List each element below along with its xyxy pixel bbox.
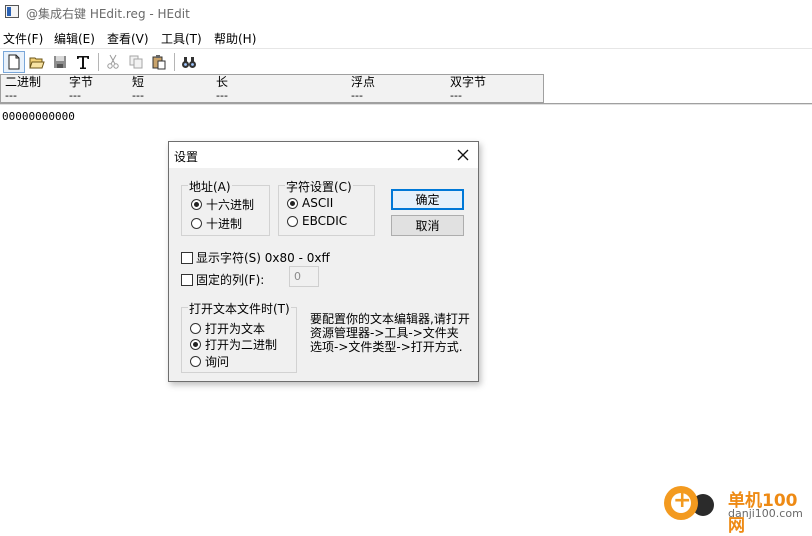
watermark-logo-icon (664, 486, 698, 520)
inspector-short: 短 --- (132, 75, 145, 103)
menu-help[interactable]: 帮助(H) (214, 30, 256, 47)
help-text: 要配置你的文本编辑器,请打开资源管理器->工具->文件夹选项->文件类型->打开… (310, 312, 470, 354)
close-icon[interactable] (454, 146, 472, 164)
divider (0, 104, 812, 105)
find-icon[interactable] (178, 51, 200, 73)
save-icon[interactable] (49, 51, 71, 73)
open-text-group-label: 打开文本文件时(T) (188, 300, 291, 317)
watermark-url: danji100.com (728, 507, 803, 520)
checkbox-box[interactable] (181, 251, 193, 264)
radio-decimal[interactable]: 十进制 (191, 215, 242, 232)
radio-indicator[interactable] (191, 218, 202, 229)
radio-ascii[interactable]: ASCII (287, 196, 333, 210)
radio-open-as-binary[interactable]: 打开为二进制 (190, 336, 277, 353)
checkbox-box[interactable] (181, 273, 193, 286)
show-chars-checkbox[interactable]: 显示字符(S) 0x80 - 0xff (181, 249, 330, 266)
radio-open-as-text[interactable]: 打开为文本 (190, 320, 265, 337)
fixed-columns-checkbox[interactable]: 固定的列(F): (181, 271, 264, 288)
cut-icon[interactable] (102, 51, 124, 73)
menu-tools[interactable]: 工具(T) (161, 30, 202, 47)
settings-dialog: 设置 地址(A) 十六进制 十进制 字符设置(C) ASCII EBCDIC 确… (168, 141, 479, 382)
text-icon[interactable] (72, 51, 94, 73)
window-title: @集成右键 HEdit.reg - HEdit (26, 7, 190, 21)
inspector-double-byte: 双字节 --- (450, 75, 487, 103)
title-bar: @集成右键 HEdit.reg - HEdit (0, 0, 812, 26)
data-inspector: 二进制 --- 字节 --- 短 --- 长 --- 浮点 --- 双字节 --… (0, 74, 544, 103)
radio-indicator[interactable] (287, 215, 298, 227)
ok-button[interactable]: 确定 (391, 189, 464, 210)
menu-file[interactable]: 文件(F) (3, 30, 43, 47)
menu-view[interactable]: 查看(V) (107, 30, 149, 47)
dialog-title-bar: 设置 (169, 142, 478, 168)
new-file-icon[interactable] (3, 51, 25, 73)
charset-group-label: 字符设置(C) (285, 178, 353, 195)
cancel-button[interactable]: 取消 (391, 215, 464, 236)
editor-content-line[interactable]: 00000000000 (2, 110, 75, 123)
paste-icon[interactable] (148, 51, 170, 73)
address-group: 地址(A) 十六进制 十进制 (181, 178, 270, 236)
radio-indicator[interactable] (287, 197, 298, 209)
menu-edit[interactable]: 编辑(E) (54, 30, 95, 47)
toolbar (0, 48, 812, 75)
radio-indicator[interactable] (191, 199, 202, 210)
open-folder-icon[interactable] (26, 51, 48, 73)
watermark: 单机100网 danji100.com (662, 484, 812, 536)
radio-ebcdic[interactable]: EBCDIC (287, 214, 347, 228)
toolbar-separator (98, 53, 99, 71)
radio-ask[interactable]: 询问 (190, 353, 229, 370)
inspector-long: 长 --- (216, 75, 229, 103)
radio-indicator[interactable] (190, 339, 201, 350)
address-group-label: 地址(A) (188, 178, 232, 195)
copy-icon[interactable] (125, 51, 147, 73)
charset-group: 字符设置(C) ASCII EBCDIC (278, 178, 375, 236)
inspector-byte: 字节 --- (69, 75, 94, 103)
inspector-float: 浮点 --- (351, 75, 376, 103)
radio-indicator[interactable] (190, 356, 201, 367)
dialog-title: 设置 (174, 150, 199, 164)
inspector-binary: 二进制 --- (5, 75, 42, 103)
open-text-group: 打开文本文件时(T) 打开为文本 打开为二进制 询问 (181, 300, 297, 373)
radio-hex[interactable]: 十六进制 (191, 196, 254, 213)
menu-bar: 文件(F) 编辑(E) 查看(V) 工具(T) 帮助(H) (0, 27, 812, 47)
toolbar-separator (174, 53, 175, 71)
radio-indicator[interactable] (190, 323, 201, 334)
fixed-columns-input[interactable]: 0 (289, 266, 319, 287)
app-icon (5, 5, 19, 18)
